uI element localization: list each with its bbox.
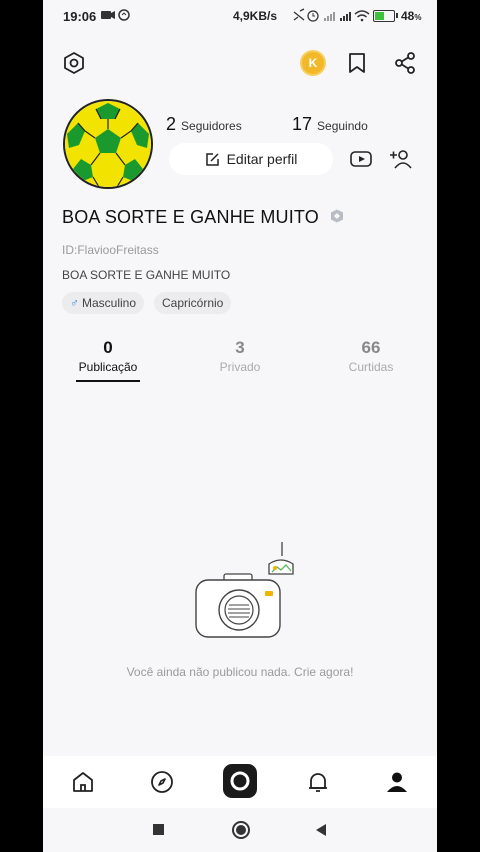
avatar[interactable] (63, 99, 153, 189)
video-play-icon (350, 151, 372, 167)
followers-label: Seguidores (181, 119, 242, 133)
tab-publicacao[interactable]: 0 Publicação (63, 338, 153, 374)
tab-privado-label: Privado (219, 360, 261, 374)
bookmark-button[interactable] (343, 49, 371, 77)
tab-curtidas-label: Curtidas (348, 360, 394, 374)
tab-publicacao-count: 0 (103, 338, 113, 357)
profile-id: ID:FlaviooFreitass (62, 243, 159, 257)
empty-state-message: Você ainda não publicou nada. Crie agora… (126, 665, 354, 679)
nav-discover[interactable] (146, 766, 178, 798)
tag-zodiac[interactable]: Capricórnio (154, 292, 232, 314)
followers-stat[interactable]: 2 Seguidores (166, 114, 242, 135)
tab-privado[interactable]: 3 Privado (195, 338, 285, 374)
following-label: Seguindo (317, 119, 368, 133)
edit-icon (205, 152, 219, 166)
tab-curtidas[interactable]: 66 Curtidas (326, 338, 416, 374)
camera-icon (230, 771, 250, 791)
status-time: 19:06 (63, 9, 97, 24)
nav-profile[interactable] (381, 766, 413, 798)
nav-notifications[interactable] (302, 766, 334, 798)
recent-apps-icon[interactable] (153, 824, 164, 835)
settings-hexagon-icon (64, 52, 84, 74)
followers-count: 2 (166, 114, 177, 134)
home-circle-icon[interactable] (231, 820, 251, 840)
tag-zodiac-label: Capricórnio (162, 296, 224, 310)
battery-percent: 48% (401, 9, 422, 23)
edit-profile-button[interactable]: Editar perfil (169, 143, 333, 175)
video-button[interactable] (347, 145, 375, 173)
bottom-nav (43, 756, 437, 808)
camera-illustration-icon (195, 542, 294, 638)
profile-icon (387, 772, 407, 792)
network-speed: 4,9KB/s (233, 9, 278, 23)
status-right-icons (293, 8, 371, 25)
nav-create[interactable] (223, 764, 257, 798)
following-stat[interactable]: 17 Seguindo (292, 114, 368, 135)
add-friend-button[interactable] (387, 145, 415, 173)
bell-icon (309, 773, 327, 792)
profile-bio: BOA SORTE E GANHE MUITO (62, 268, 231, 282)
soccer-ball-avatar-icon (65, 101, 151, 187)
add-user-icon (390, 150, 412, 169)
following-count: 17 (292, 114, 313, 134)
back-triangle-icon[interactable] (314, 823, 328, 837)
coin-icon: K (300, 50, 326, 76)
coin-button[interactable]: K (299, 49, 327, 77)
tab-curtidas-count: 66 (361, 338, 381, 357)
system-nav-bar (43, 808, 437, 852)
settings-button[interactable] (60, 49, 88, 77)
share-button[interactable] (391, 49, 419, 77)
compass-icon (151, 771, 173, 793)
status-bar: 19:06 4,9KB/s 48% (43, 0, 437, 34)
tag-gender[interactable]: ♂ Masculino (62, 292, 145, 314)
battery-icon (373, 10, 398, 22)
nav-home[interactable] (67, 766, 99, 798)
profile-screen: 19:06 4,9KB/s 48% K 2 Seguidores 17 Segu… (43, 0, 437, 852)
tag-gender-label: Masculino (82, 296, 137, 310)
profile-name: BOA SORTE E GANHE MUITO (62, 207, 319, 227)
tab-publicacao-label: Publicação (78, 360, 138, 374)
bookmark-icon (349, 53, 365, 73)
badge-icon (331, 209, 343, 223)
tab-privado-count: 3 (235, 338, 245, 357)
active-tab-indicator (76, 380, 140, 382)
home-icon (73, 772, 93, 792)
notification-icons (101, 9, 151, 24)
male-icon: ♂ (70, 296, 79, 310)
edit-profile-label: Editar perfil (226, 151, 298, 167)
share-icon (395, 52, 415, 74)
